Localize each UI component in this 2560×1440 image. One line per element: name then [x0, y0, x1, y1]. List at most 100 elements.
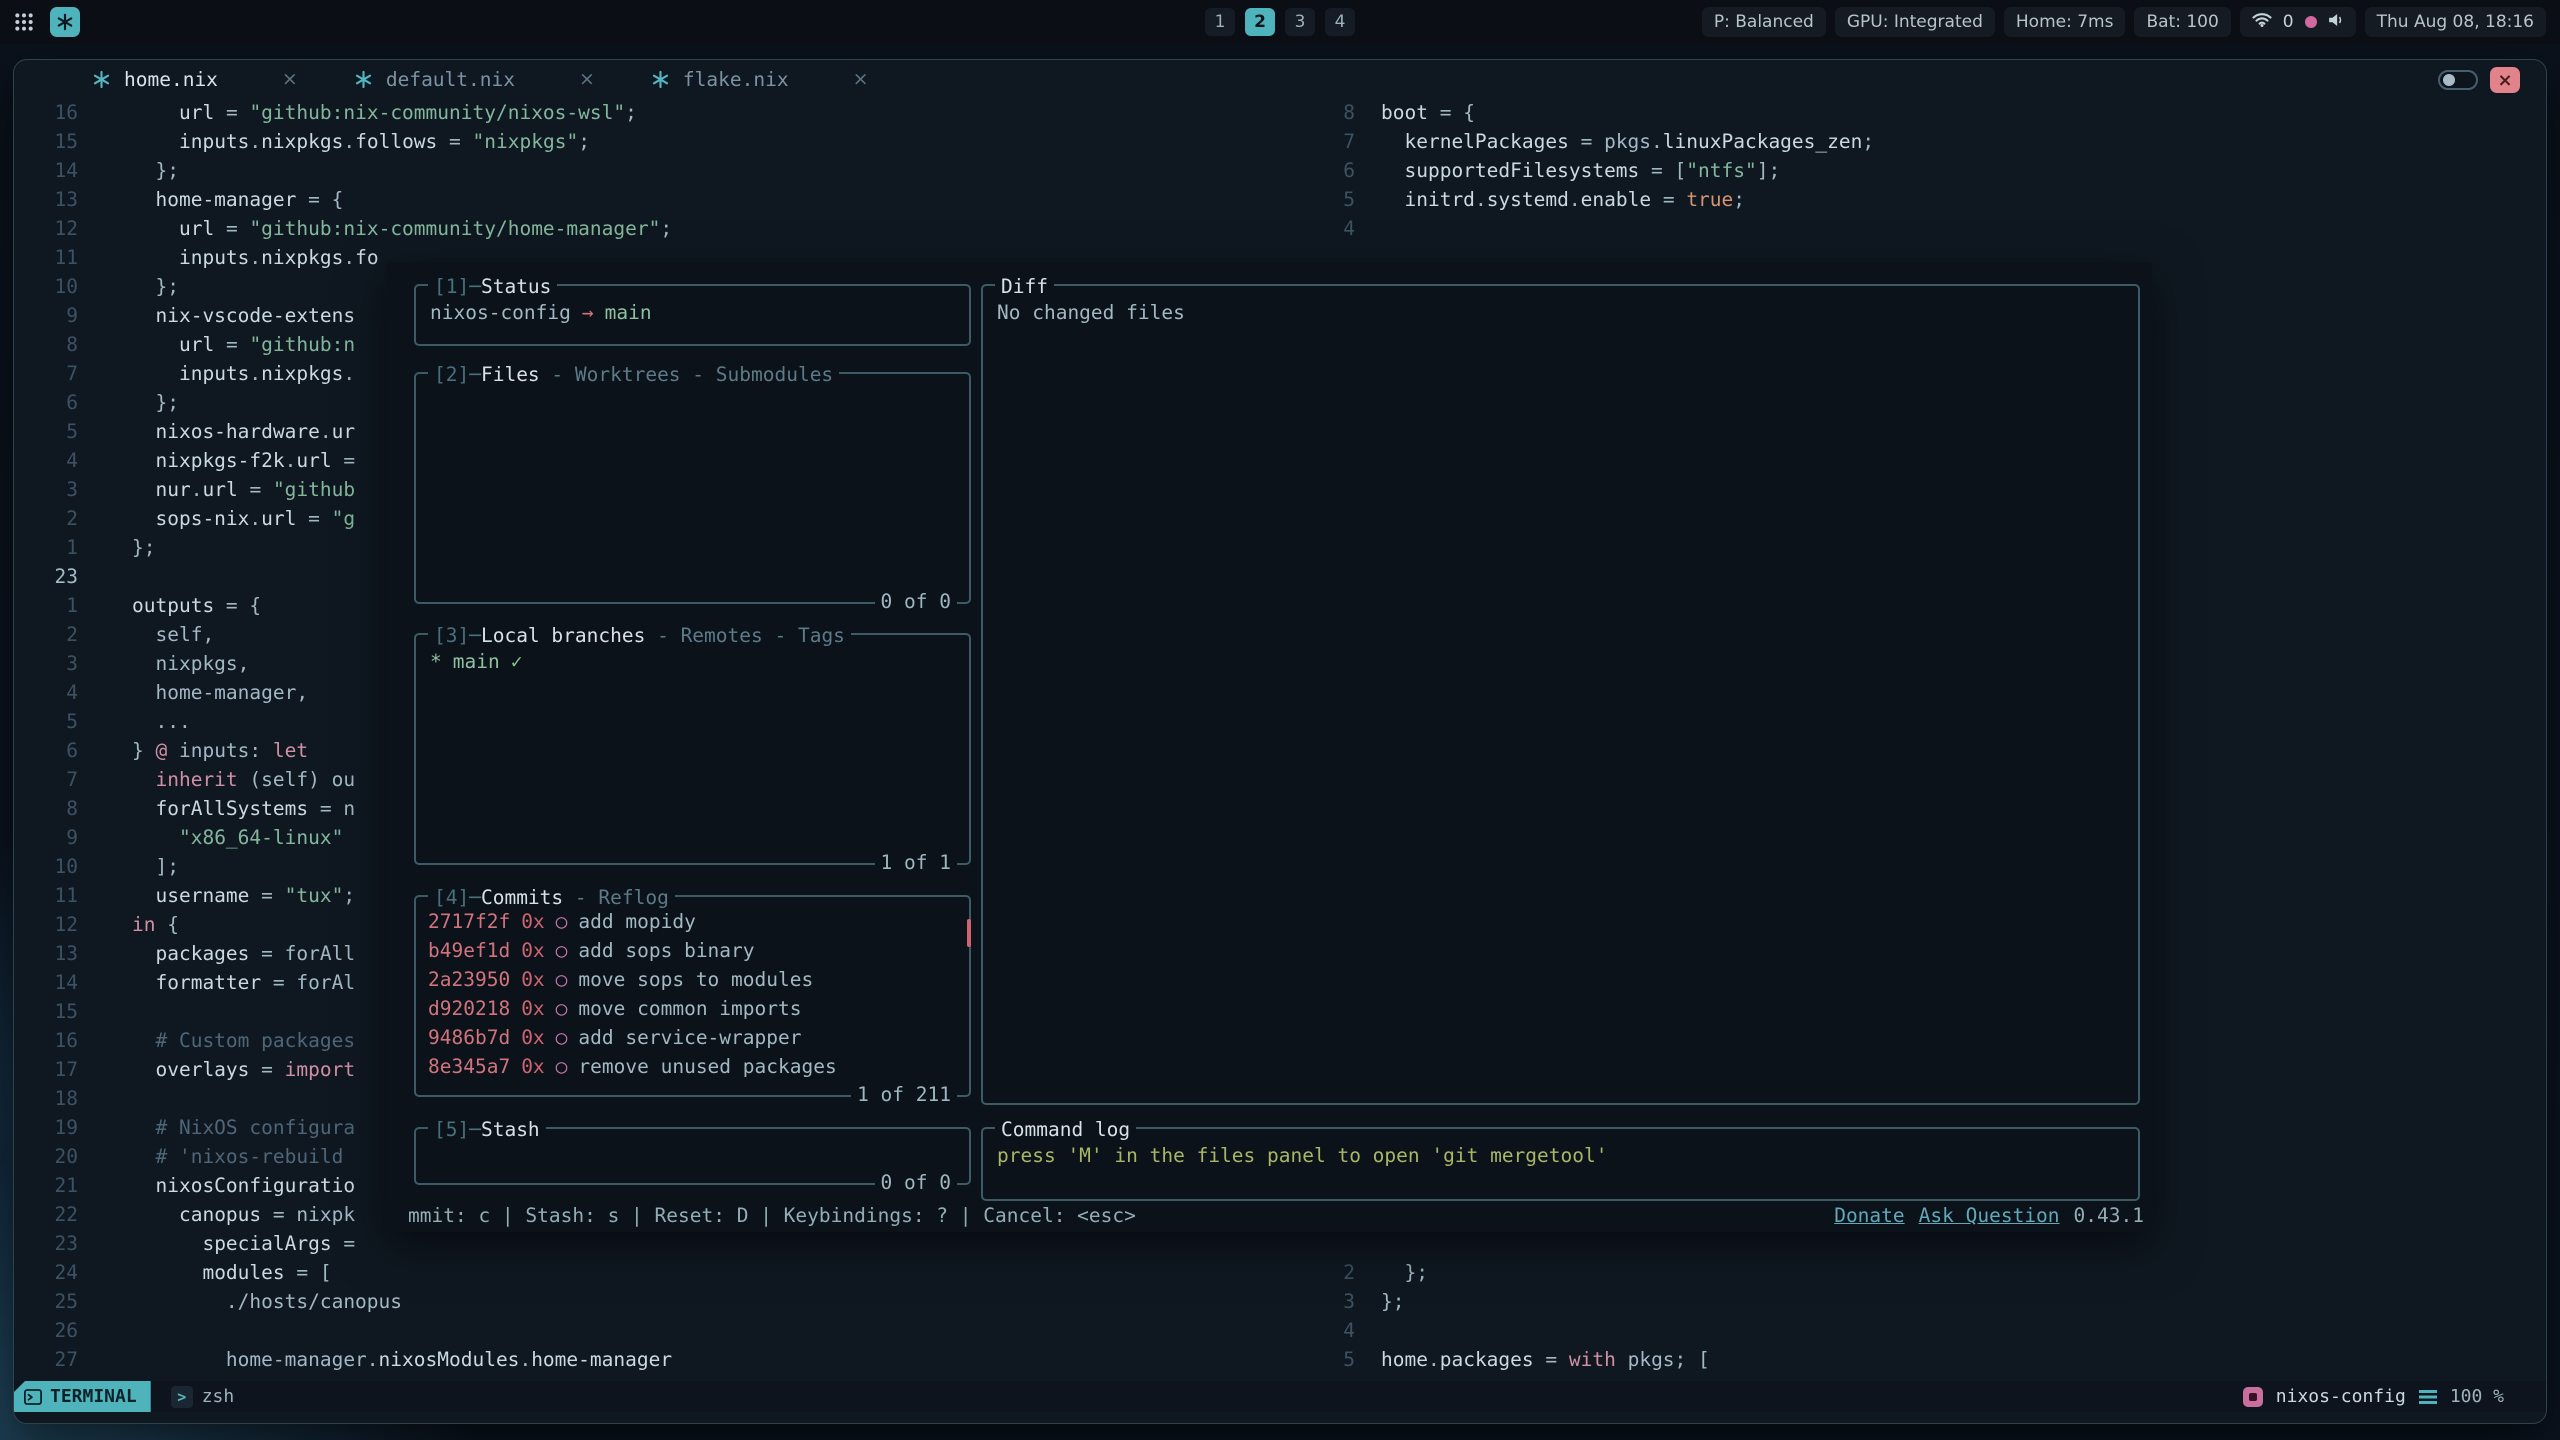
percent-indicator: 100 %: [2450, 1386, 2504, 1407]
line-number: 3: [14, 649, 78, 678]
lazygit-status-panel[interactable]: [1]─Status nixos-config → main: [414, 284, 971, 346]
line-number: 22: [14, 1200, 78, 1229]
terminal-window: home.nix×default.nix×flake.nix× × 16 url…: [13, 59, 2547, 1424]
ask-question-link[interactable]: Ask Question: [1919, 1201, 2060, 1230]
line-number: 4: [14, 446, 78, 475]
code-text: ];: [78, 852, 179, 881]
system-tray[interactable]: 0: [2240, 7, 2356, 37]
code-text: [78, 997, 132, 1026]
tab-label: home.nix: [124, 68, 218, 91]
workspace-button-3[interactable]: 3: [1285, 8, 1315, 36]
window-close-button[interactable]: ×: [2490, 67, 2520, 93]
commit-graph-dot: ○: [556, 936, 568, 965]
commit-graph-dot: ○: [556, 1052, 568, 1081]
line-number: 5: [14, 417, 78, 446]
panel-title-text: Stash: [481, 1118, 540, 1141]
terminal-mode-badge: TERMINAL: [14, 1381, 151, 1412]
commit-push-status: 0x: [521, 1023, 544, 1052]
panel-number: [3]─: [434, 624, 481, 647]
code-line: 16 url = "github:nix-community/nixos-wsl…: [14, 98, 672, 127]
panel-number: [4]─: [434, 886, 481, 909]
line-number: 6: [14, 388, 78, 417]
workspace-button-1[interactable]: 1: [1205, 8, 1235, 36]
commit-graph-dot: ○: [556, 994, 568, 1023]
commits-scrollbar[interactable]: [967, 919, 971, 947]
lazygit-files-panel[interactable]: [2]─Files - Worktrees - Submodules 0 of …: [414, 372, 971, 604]
line-number: 17: [14, 1055, 78, 1084]
donate-link[interactable]: Donate: [1834, 1201, 1904, 1230]
app-grid-icon[interactable]: [14, 12, 34, 32]
code-text: in {: [78, 910, 179, 939]
status-chip: Bat: 100: [2134, 7, 2230, 37]
branches-count: 1 of 1: [875, 848, 957, 877]
code-text: [78, 1316, 132, 1345]
tab-close-icon[interactable]: ×: [282, 68, 298, 90]
code-text: supportedFilesystems = ["ntfs"];: [1355, 156, 1780, 185]
code-text: };: [78, 156, 179, 185]
repo-name: nixos-config: [430, 298, 571, 327]
right-pane-bottom: 2 };3};45home.packages = with pkgs; [: [1291, 1258, 1710, 1374]
stash-count: 0 of 0: [875, 1168, 957, 1197]
line-number: 4: [1291, 214, 1355, 243]
workspace-button-4[interactable]: 4: [1325, 8, 1355, 36]
commit-graph-dot: ○: [556, 965, 568, 994]
lazygit-stash-panel[interactable]: [5]─Stash 0 of 0: [414, 1127, 971, 1185]
code-text: [78, 1084, 132, 1113]
window-toggle[interactable]: [2438, 70, 2478, 90]
nix-logo-badge[interactable]: [50, 7, 80, 37]
panel-title: [5]─Stash: [428, 1115, 546, 1144]
line-number: 11: [14, 881, 78, 910]
tab-default.nix[interactable]: default.nix×: [354, 68, 595, 91]
line-number: 23: [14, 562, 78, 591]
code-line: 13 home-manager = {: [14, 185, 672, 214]
line-number: 26: [14, 1316, 78, 1345]
commit-row[interactable]: 8e345a70x○remove unused packages: [428, 1052, 957, 1081]
lazygit-diff-panel[interactable]: Diff No changed files: [981, 284, 2140, 1105]
line-number: 5: [1291, 1345, 1355, 1374]
code-text: outputs = {: [78, 591, 261, 620]
panel-title-text: Diff: [1001, 275, 1048, 298]
lazygit-command-log-panel[interactable]: Command log press 'M' in the files panel…: [981, 1127, 2140, 1201]
line-number: 14: [14, 156, 78, 185]
tab-flake.nix[interactable]: flake.nix×: [651, 68, 869, 91]
line-number: 3: [1291, 1287, 1355, 1316]
commit-message: move common imports: [578, 994, 801, 1023]
line-number: 18: [14, 1084, 78, 1113]
commit-list: 2717f2f0x○add mopidyb49ef1d0x○add sops b…: [416, 897, 969, 1091]
commits-count: 1 of 211: [851, 1080, 957, 1109]
code-text: initrd.systemd.enable = true;: [1355, 185, 1745, 214]
commit-push-status: 0x: [521, 965, 544, 994]
line-number: 14: [14, 968, 78, 997]
commit-row[interactable]: 9486b7d0x○add service-wrapper: [428, 1023, 957, 1052]
code-text: };: [78, 388, 179, 417]
code-text: };: [1355, 1287, 1404, 1316]
shell-tab[interactable]: > zsh: [171, 1386, 235, 1408]
commit-row[interactable]: 2a239500x○move sops to modules: [428, 965, 957, 994]
line-number: 13: [14, 185, 78, 214]
lazygit-branches-panel[interactable]: [3]─Local branches - Remotes - Tags * ma…: [414, 633, 971, 865]
line-number: 16: [14, 1026, 78, 1055]
commit-row[interactable]: d9202180x○move common imports: [428, 994, 957, 1023]
code-line: 26: [14, 1316, 672, 1345]
code-line: 4: [1291, 1316, 1710, 1345]
panel-title-text: Status: [481, 275, 551, 298]
code-text: # Custom packages: [78, 1026, 355, 1055]
tab-close-icon[interactable]: ×: [853, 68, 869, 90]
tab-close-icon[interactable]: ×: [579, 68, 595, 90]
line-number: 6: [14, 736, 78, 765]
topbar: 1234 P: BalancedGPU: IntegratedHome: 7ms…: [0, 0, 2560, 44]
code-text: boot = {: [1355, 98, 1475, 127]
workspace-button-2[interactable]: 2: [1245, 8, 1275, 36]
code-text: "x86_64-linux": [78, 823, 343, 852]
tab-home.nix[interactable]: home.nix ×: [92, 68, 298, 91]
code-text: home-manager = {: [78, 185, 343, 214]
line-number: 24: [14, 1258, 78, 1287]
panel-number: [5]─: [434, 1118, 481, 1141]
code-text: inherit (self) ou: [78, 765, 355, 794]
lazygit-commits-panel[interactable]: [4]─Commits - Reflog 2717f2f0x○add mopid…: [414, 895, 971, 1097]
commit-row[interactable]: b49ef1d0x○add sops binary: [428, 936, 957, 965]
commit-hash: 2a23950: [428, 965, 510, 994]
code-text: formatter = forAl: [78, 968, 355, 997]
commit-message: remove unused packages: [578, 1052, 836, 1081]
panel-title: [2]─Files - Worktrees - Submodules: [428, 360, 839, 389]
